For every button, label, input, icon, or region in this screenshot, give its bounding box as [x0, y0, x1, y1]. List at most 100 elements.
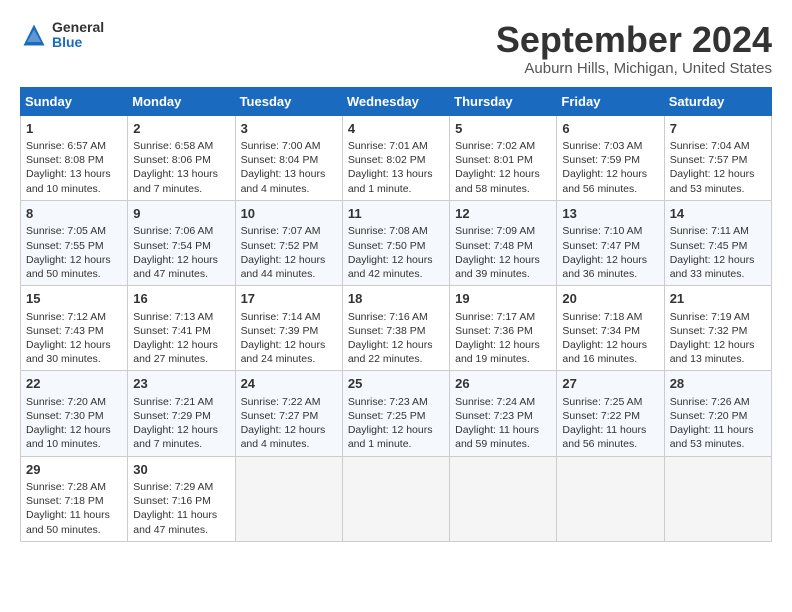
day-info-line: Sunrise: 7:24 AM — [455, 395, 551, 409]
day-info-line: Daylight: 12 hours — [241, 423, 337, 437]
day-header-thursday: Thursday — [450, 87, 557, 115]
day-info-line: Daylight: 12 hours — [133, 338, 229, 352]
logo-general-label: General — [52, 20, 104, 35]
day-number: 2 — [133, 120, 229, 138]
day-number: 14 — [670, 205, 766, 223]
calendar-cell: 23Sunrise: 7:21 AMSunset: 7:29 PMDayligh… — [128, 371, 235, 456]
calendar-cell: 8Sunrise: 7:05 AMSunset: 7:55 PMDaylight… — [21, 200, 128, 285]
calendar-cell: 2Sunrise: 6:58 AMSunset: 8:06 PMDaylight… — [128, 115, 235, 200]
day-info-line: Sunrise: 7:07 AM — [241, 224, 337, 238]
day-info-line: Sunrise: 7:01 AM — [348, 139, 444, 153]
day-info-line: and 16 minutes. — [562, 352, 658, 366]
day-info-line: and 56 minutes. — [562, 182, 658, 196]
day-info-line: Daylight: 12 hours — [133, 253, 229, 267]
day-info-line: Sunrise: 7:08 AM — [348, 224, 444, 238]
day-info-line: Sunset: 7:43 PM — [26, 324, 122, 338]
day-number: 18 — [348, 290, 444, 308]
calendar-cell: 1Sunrise: 6:57 AMSunset: 8:08 PMDaylight… — [21, 115, 128, 200]
day-info-line: Sunrise: 7:22 AM — [241, 395, 337, 409]
day-number: 28 — [670, 375, 766, 393]
day-info-line: Daylight: 11 hours — [133, 508, 229, 522]
day-info-line: Sunset: 7:20 PM — [670, 409, 766, 423]
calendar-cell: 17Sunrise: 7:14 AMSunset: 7:39 PMDayligh… — [235, 286, 342, 371]
day-number: 26 — [455, 375, 551, 393]
calendar-table: SundayMondayTuesdayWednesdayThursdayFrid… — [20, 87, 772, 542]
day-info-line: Sunrise: 7:17 AM — [455, 310, 551, 324]
day-number: 9 — [133, 205, 229, 223]
day-info-line: Daylight: 11 hours — [26, 508, 122, 522]
day-info-line: and 13 minutes. — [670, 352, 766, 366]
calendar-cell — [342, 456, 449, 541]
day-info-line: and 53 minutes. — [670, 182, 766, 196]
location-label: Auburn Hills, Michigan, United States — [496, 60, 772, 77]
day-info-line: Daylight: 11 hours — [562, 423, 658, 437]
day-info-line: Daylight: 12 hours — [562, 253, 658, 267]
day-info-line: Sunrise: 7:04 AM — [670, 139, 766, 153]
day-info-line: Sunrise: 7:21 AM — [133, 395, 229, 409]
logo-blue-label: Blue — [52, 35, 104, 50]
calendar-cell: 28 Sunrise: 7:26 AMSunset: 7:20 PMDayligh… — [664, 371, 771, 456]
day-number: 11 — [348, 205, 444, 223]
day-info-line: Daylight: 11 hours — [670, 423, 766, 437]
day-info-line: and 50 minutes. — [26, 267, 122, 281]
day-header-wednesday: Wednesday — [342, 87, 449, 115]
day-info-line: and 24 minutes. — [241, 352, 337, 366]
day-info-line: Daylight: 13 hours — [133, 167, 229, 181]
day-info-line: and 44 minutes. — [241, 267, 337, 281]
day-info-line: Sunset: 7:29 PM — [133, 409, 229, 423]
day-info-line: Sunset: 7:39 PM — [241, 324, 337, 338]
day-info-line: Sunset: 7:32 PM — [670, 324, 766, 338]
calendar-cell: 30Sunrise: 7:29 AMSunset: 7:16 PMDayligh… — [128, 456, 235, 541]
day-info-line: Sunrise: 7:18 AM — [562, 310, 658, 324]
calendar-cell: 12Sunrise: 7:09 AMSunset: 7:48 PMDayligh… — [450, 200, 557, 285]
day-info-line: Sunrise: 7:09 AM — [455, 224, 551, 238]
day-info-line: Sunset: 7:54 PM — [133, 239, 229, 253]
day-info-line: and 56 minutes. — [562, 437, 658, 451]
calendar-cell: 13Sunrise: 7:10 AMSunset: 7:47 PMDayligh… — [557, 200, 664, 285]
day-number: 23 — [133, 375, 229, 393]
day-info-line: Sunset: 7:48 PM — [455, 239, 551, 253]
day-info-line: and 4 minutes. — [241, 437, 337, 451]
day-number: 17 — [241, 290, 337, 308]
day-info-line: Daylight: 13 hours — [348, 167, 444, 181]
day-info-line: and 58 minutes. — [455, 182, 551, 196]
day-info-line: and 7 minutes. — [133, 182, 229, 196]
calendar-cell: 18Sunrise: 7:16 AMSunset: 7:38 PMDayligh… — [342, 286, 449, 371]
day-number: 1 — [26, 120, 122, 138]
day-info-line: Sunrise: 7:03 AM — [562, 139, 658, 153]
calendar-cell: 26Sunrise: 7:24 AMSunset: 7:23 PMDayligh… — [450, 371, 557, 456]
day-header-friday: Friday — [557, 87, 664, 115]
day-info-line: Sunset: 7:55 PM — [26, 239, 122, 253]
logo-text: General Blue — [52, 20, 104, 51]
day-number: 3 — [241, 120, 337, 138]
calendar-cell: 7Sunrise: 7:04 AMSunset: 7:57 PMDaylight… — [664, 115, 771, 200]
day-number: 10 — [241, 205, 337, 223]
day-info-line: Sunset: 7:27 PM — [241, 409, 337, 423]
day-info-line: Sunrise: 7:23 AM — [348, 395, 444, 409]
day-info-line: Sunset: 7:25 PM — [348, 409, 444, 423]
day-number: 15 — [26, 290, 122, 308]
logo-icon — [20, 21, 48, 49]
logo: General Blue — [20, 20, 104, 51]
day-info-line: Daylight: 12 hours — [455, 338, 551, 352]
day-info-line: Sunrise: 6:58 AM — [133, 139, 229, 153]
day-info-line: Daylight: 11 hours — [455, 423, 551, 437]
day-info-line: and 19 minutes. — [455, 352, 551, 366]
day-info-line: Daylight: 12 hours — [26, 423, 122, 437]
day-info-line: Sunset: 8:04 PM — [241, 153, 337, 167]
day-info-line: Sunrise: 7:28 AM — [26, 480, 122, 494]
calendar-cell: 5Sunrise: 7:02 AMSunset: 8:01 PMDaylight… — [450, 115, 557, 200]
day-header-sunday: Sunday — [21, 87, 128, 115]
day-info-line: and 53 minutes. — [670, 437, 766, 451]
day-info-line: Sunset: 7:22 PM — [562, 409, 658, 423]
day-info-line: Daylight: 12 hours — [241, 253, 337, 267]
day-info-line: and 39 minutes. — [455, 267, 551, 281]
day-number: 30 — [133, 461, 229, 479]
calendar-cell: 11Sunrise: 7:08 AMSunset: 7:50 PMDayligh… — [342, 200, 449, 285]
day-info-line: Sunrise: 7:26 AM — [670, 395, 766, 409]
day-info-line: and 30 minutes. — [26, 352, 122, 366]
day-info-line: Sunset: 7:45 PM — [670, 239, 766, 253]
day-info-line: Daylight: 13 hours — [241, 167, 337, 181]
day-number: 25 — [348, 375, 444, 393]
calendar-cell: 10Sunrise: 7:07 AMSunset: 7:52 PMDayligh… — [235, 200, 342, 285]
